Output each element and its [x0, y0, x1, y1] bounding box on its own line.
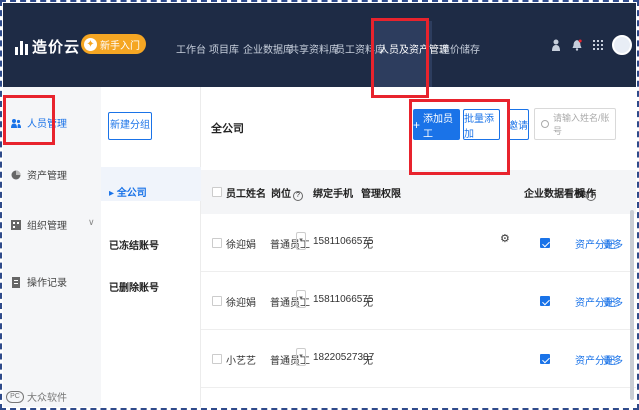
- new-group-button[interactable]: 新建分组: [108, 112, 152, 140]
- watermark-logo-icon: PC: [6, 390, 24, 403]
- sidebar-item-label: 资产管理: [27, 171, 67, 182]
- employee-permission: 无: [363, 356, 373, 367]
- row-checkbox[interactable]: [212, 354, 222, 364]
- sidebar-item-label: 组织管理: [27, 221, 67, 232]
- search-icon: [541, 120, 549, 128]
- top-navbar: 造价云 ✦ 新手入门 工作台 项目库 企业数据库 共享资料库 员工资料库 人员及…: [3, 3, 636, 87]
- column-header-actions: 操作: [576, 189, 596, 200]
- select-all-checkbox[interactable]: [212, 187, 222, 197]
- search-placeholder: 请输入姓名/账号: [553, 113, 610, 136]
- org-icon: [11, 219, 21, 230]
- lightbulb-icon: ✦: [84, 37, 97, 51]
- group-panel: 新建分组 ▸ 全公司 已冻结账号 已删除账号: [101, 87, 201, 407]
- highlight-nav-box: [371, 18, 429, 98]
- sidebar-item-logs[interactable]: 操作记录: [11, 274, 67, 289]
- column-header-position: 岗位?: [271, 185, 303, 201]
- highlight-sidebar-box: [3, 95, 55, 145]
- search-input[interactable]: 请输入姓名/账号: [534, 108, 616, 140]
- more-link[interactable]: 更多: [603, 352, 623, 367]
- nav-item-enterprise-db[interactable]: 企业数据库: [243, 41, 293, 56]
- help-icon[interactable]: ?: [293, 191, 303, 201]
- group-item-frozen[interactable]: 已冻结账号: [109, 237, 159, 252]
- gear-icon[interactable]: ⚙: [500, 234, 510, 245]
- employee-name: 徐迎娟: [226, 298, 256, 309]
- table-row: 小艺艺 普通员工 ▾ 18220527307 无 资产分配 更多: [201, 330, 636, 388]
- nav-item-workbench[interactable]: 工作台: [176, 41, 206, 56]
- log-icon: [11, 276, 21, 288]
- employee-name: 小艺艺: [226, 356, 256, 367]
- column-header-phone: 绑定手机: [313, 189, 353, 200]
- dashboard-checkbox[interactable]: [540, 296, 550, 306]
- table-header: 员工姓名 岗位? 绑定手机 管理权限 企业数据看板? 操作: [201, 170, 636, 214]
- position-dropdown[interactable]: ▾: [296, 290, 306, 308]
- more-link[interactable]: 更多: [603, 236, 623, 251]
- beginner-guide-badge[interactable]: ✦ 新手入门: [81, 34, 146, 54]
- sidebar-item-org[interactable]: 组织管理: [11, 217, 67, 232]
- nav-item-projects[interactable]: 项目库: [209, 41, 239, 56]
- column-header-permission: 管理权限: [361, 189, 401, 200]
- column-header-label: 企业数据看板: [524, 189, 584, 200]
- person-icon[interactable]: [551, 39, 561, 54]
- app-logo[interactable]: 造价云: [15, 36, 80, 57]
- row-checkbox[interactable]: [212, 296, 222, 306]
- nav-item-storage[interactable]: 造价储存: [440, 41, 480, 56]
- column-header-label: 岗位: [271, 189, 291, 200]
- more-link[interactable]: 更多: [603, 294, 623, 309]
- chevron-down-icon[interactable]: ∨: [88, 217, 95, 228]
- dashboard-checkbox[interactable]: [540, 354, 550, 364]
- watermark-text: 大众软件: [27, 393, 67, 404]
- logo-text: 造价云: [32, 39, 81, 56]
- employee-permission: 无: [363, 240, 373, 251]
- table-row: 徐迎娟 普通员工 ▾ 15811066575 无 ⚙ 资产分配 更多: [201, 214, 636, 272]
- employee-name: 徐迎娟: [226, 240, 256, 251]
- sidebar-item-assets[interactable]: 资产管理: [11, 167, 67, 182]
- position-dropdown[interactable]: ▾: [296, 348, 306, 366]
- dashboard-checkbox[interactable]: [540, 238, 550, 248]
- asset-icon: [11, 170, 21, 180]
- nav-item-shared-library[interactable]: 共享资料库: [289, 41, 339, 56]
- bell-icon[interactable]: [572, 39, 582, 54]
- column-header-name: 员工姓名: [226, 189, 266, 200]
- sidebar-item-label: 操作记录: [27, 278, 67, 289]
- table-scrollbar[interactable]: [630, 210, 634, 400]
- group-item-deleted[interactable]: 已删除账号: [109, 279, 159, 294]
- caret-right-icon: ▸: [109, 188, 117, 199]
- position-dropdown[interactable]: ▾: [296, 232, 306, 250]
- avatar[interactable]: [612, 35, 632, 55]
- logo-bars-icon: [15, 39, 28, 55]
- watermark: PC 大众软件: [6, 389, 67, 404]
- highlight-buttons-box: [409, 99, 510, 175]
- beginner-badge-label: 新手入门: [100, 40, 140, 52]
- grid-icon[interactable]: [593, 39, 603, 53]
- employee-permission: 无: [363, 298, 373, 309]
- group-item-label: 全公司: [116, 188, 147, 199]
- row-checkbox[interactable]: [212, 238, 222, 248]
- page-title: 全公司: [211, 123, 244, 135]
- invite-button[interactable]: 邀请: [507, 109, 529, 140]
- group-item-all[interactable]: ▸ 全公司: [109, 184, 147, 199]
- table-row: 徐迎娟 普通员工 ▾ 15811066575 无 资产分配 更多: [201, 272, 636, 330]
